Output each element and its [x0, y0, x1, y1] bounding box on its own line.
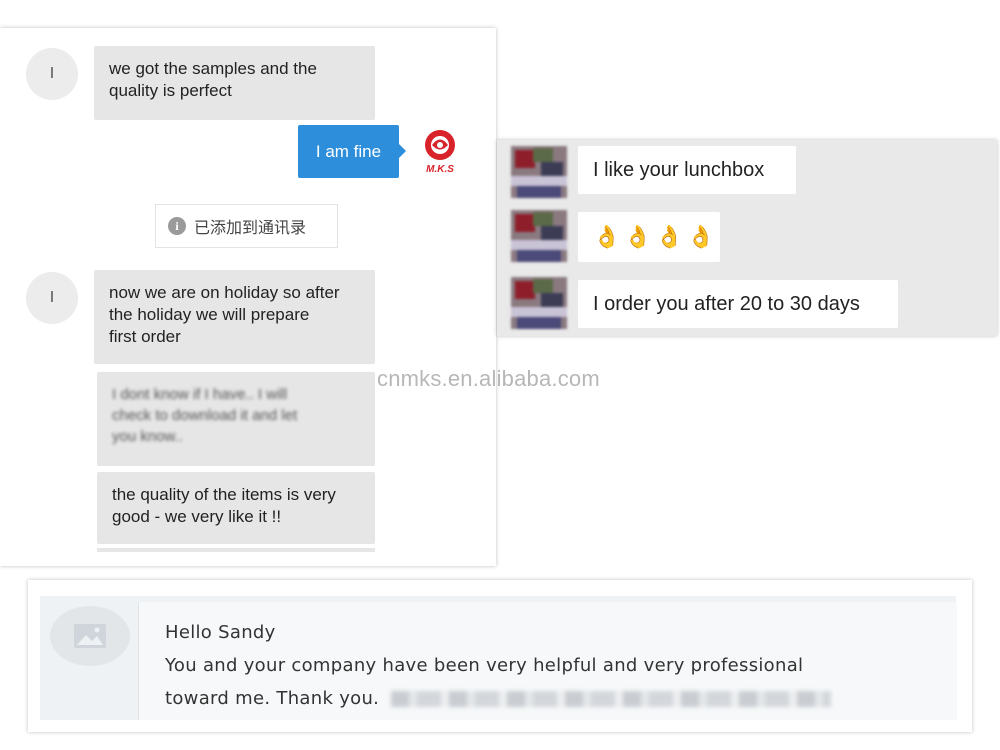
blurred-message-bubble: I dont know if I have.. I will check to … [97, 372, 375, 466]
avatar [511, 210, 567, 262]
message-container: Hello Sandy You and your company have be… [40, 596, 957, 720]
avatar: I [26, 48, 78, 100]
message-line: I dont know if I have.. I will [112, 386, 288, 403]
message-line: toward me. Thank you. [165, 688, 380, 709]
message-card: Hello Sandy You and your company have be… [138, 602, 957, 720]
message-bubble: the quality of the items is very good - … [97, 472, 375, 544]
message-text: I like your lunchbox [593, 158, 765, 181]
message-bubble: now we are on holiday so after the holid… [94, 270, 375, 364]
info-icon: i [168, 217, 186, 235]
avatar-initial: I [49, 65, 55, 82]
ok-hand-icon: 👌 [624, 224, 652, 250]
ok-hand-icon: 👌 [655, 224, 684, 250]
reply-text: I am fine [315, 141, 382, 161]
logo-text: M.K.S [426, 164, 454, 175]
emoji-message-bubble: 👌 👌 👌 👌 [578, 212, 720, 262]
message-line: the holiday we will prepare [109, 305, 310, 324]
message-line: check to download it and let [112, 407, 298, 424]
redacted-text [391, 691, 832, 707]
message-text: I order you after 20 to 30 days [593, 292, 860, 315]
system-notice: i 已添加到通讯录 [155, 204, 338, 248]
message-line: quality is perfect [109, 81, 232, 100]
image-placeholder-icon [74, 624, 106, 648]
chat-panel-left: I we got the samples and the quality is … [0, 28, 496, 566]
message-bubble: I like your lunchbox [578, 146, 796, 194]
mks-logo: M.K.S [425, 130, 455, 175]
avatar: I [26, 272, 78, 324]
message-line: good - we very like it !! [112, 507, 282, 526]
message-line: first order [109, 327, 181, 346]
avatar-placeholder [50, 606, 130, 666]
avatar [511, 277, 567, 329]
chat-panel-right: I like your lunchbox 👌 👌 👌 👌 I order you… [497, 140, 997, 336]
testimonial-collage: I we got the samples and the quality is … [0, 0, 1000, 750]
message-line: we got the samples and the [109, 59, 317, 78]
ok-hand-icon: 👌 [593, 224, 621, 250]
system-notice-text: 已添加到通讯录 [194, 218, 307, 237]
reply-bubble: I am fine [298, 125, 406, 178]
message-greeting: Hello Sandy [165, 622, 276, 643]
message-line: You and your company have been very help… [165, 655, 804, 676]
message-line-row: toward me. Thank you. [165, 688, 832, 709]
ok-hand-icon: 👌 [687, 224, 715, 250]
message-line: the quality of the items is very [112, 485, 336, 504]
avatar [511, 146, 567, 198]
message-panel-bottom: Hello Sandy You and your company have be… [28, 580, 972, 732]
watermark: cnmks.en.alibaba.com [377, 366, 600, 391]
message-bubble: we got the samples and the quality is pe… [94, 46, 375, 120]
message-line: you know.. [112, 428, 183, 445]
avatar-initial: I [49, 289, 55, 306]
message-bubble-edge [97, 548, 375, 552]
message-bubble: I order you after 20 to 30 days [578, 280, 898, 328]
message-line: now we are on holiday so after [109, 283, 340, 302]
